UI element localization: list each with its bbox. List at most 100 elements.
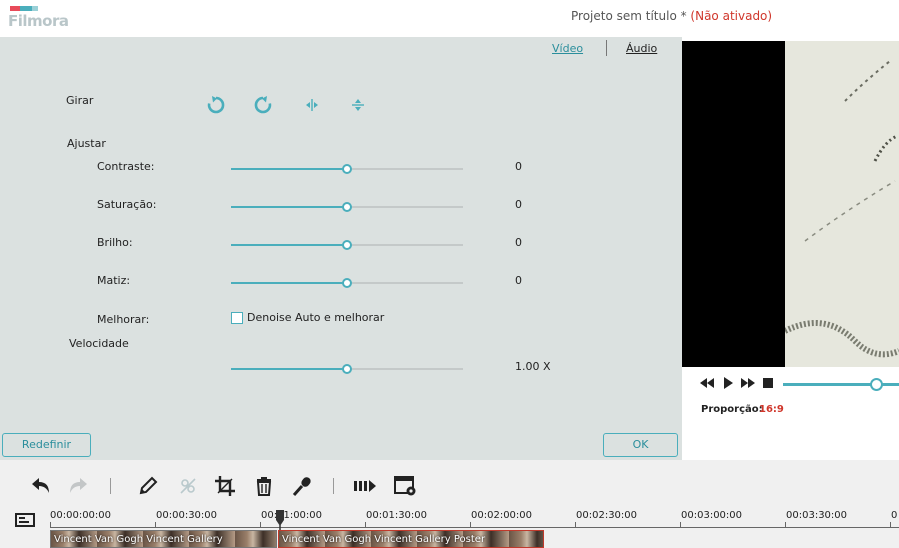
timeline-menu-button[interactable] [15, 513, 35, 527]
brightness-slider[interactable] [231, 239, 463, 251]
ruler-baseline [50, 527, 899, 528]
project-name: Projeto sem título * [571, 9, 687, 23]
render-settings-button[interactable] [394, 475, 416, 497]
toolbar-divider [333, 478, 334, 494]
timeline-clip[interactable]: Vincent Van Gogh Vincent Gallery [50, 530, 277, 548]
tick-label: 00:00:30:00 [156, 510, 218, 521]
activation-status: (Não ativado) [690, 9, 773, 23]
split-screen-button[interactable] [353, 475, 376, 497]
contrast-label: Contraste: [97, 160, 155, 173]
stop-button[interactable] [762, 376, 776, 390]
adjust-label: Ajustar [67, 137, 106, 150]
slider-fill [231, 206, 347, 208]
voiceover-button[interactable] [291, 475, 313, 497]
tick-label: 00:03:30:00 [786, 510, 848, 521]
playhead-marker-icon [276, 510, 284, 530]
reset-button[interactable]: Redefinir [2, 433, 91, 457]
logo-mark-icon [10, 6, 44, 11]
tick-label: 00:01:00:00 [261, 510, 323, 521]
video-edit-panel: Vídeo Áudio Girar Ajustar Contraste: 0 S… [0, 37, 682, 460]
slider-thumb[interactable] [342, 164, 352, 174]
video-preview[interactable] [682, 41, 899, 367]
rewind-icon [700, 378, 714, 388]
effects-button[interactable] [177, 475, 199, 497]
rotate-clockwise-button[interactable] [206, 95, 226, 115]
hue-slider[interactable] [231, 277, 463, 289]
speed-value: 1.00 X [515, 360, 551, 373]
saturation-value: 0 [515, 198, 522, 211]
undo-button[interactable] [30, 475, 52, 497]
tick-label: 00:02:30:00 [576, 510, 638, 521]
edit-pencil-icon [139, 476, 158, 495]
play-icon [724, 377, 733, 389]
logo-text: Filmora [8, 12, 69, 30]
timeline-clip-selected[interactable]: Vincent Van Gogh Vincent Gallery Poster [278, 530, 544, 548]
edit-toolbar [0, 460, 899, 506]
stop-icon [763, 378, 773, 388]
slider-fill [231, 168, 347, 170]
filmora-logo: Filmora [8, 6, 70, 32]
slider-thumb[interactable] [342, 240, 352, 250]
timeline: 00:00:00:00 00:00:30:00 00:01:00:00 00:0… [0, 506, 899, 548]
flip-horizontal-button[interactable] [302, 95, 322, 115]
flip-vertical-button[interactable] [348, 95, 368, 115]
brightness-label: Brilho: [97, 236, 133, 249]
delete-icon [256, 477, 272, 496]
slider-thumb[interactable] [342, 364, 352, 374]
delete-button[interactable] [253, 475, 275, 497]
video-frame-image [783, 41, 899, 367]
brightness-value: 0 [515, 236, 522, 249]
tick-label: 00:01:30:00 [366, 510, 428, 521]
project-title: Projeto sem título * (Não ativado) [571, 9, 772, 23]
contrast-value: 0 [515, 160, 522, 173]
playback-progress-slider[interactable] [783, 378, 899, 392]
tab-video[interactable]: Vídeo [552, 42, 583, 55]
clip-label: Vincent Van Gogh Vincent Gallery [54, 534, 223, 545]
fast-forward-icon [741, 378, 755, 388]
split-screen-icon [354, 480, 376, 492]
hue-label: Matiz: [97, 274, 131, 287]
contrast-slider[interactable] [231, 163, 463, 175]
rewind-button[interactable] [700, 376, 714, 390]
tick-label: 0 [891, 510, 898, 521]
render-settings-icon [394, 476, 416, 496]
aspect-ratio-label: Proporção: [701, 404, 763, 415]
slider-thumb[interactable] [342, 202, 352, 212]
slider-thumb[interactable] [342, 278, 352, 288]
effects-icon [180, 478, 196, 494]
tab-audio[interactable]: Áudio [626, 42, 657, 55]
denoise-checkbox[interactable] [231, 312, 243, 324]
slider-fill [231, 244, 347, 246]
crop-button[interactable] [214, 475, 236, 497]
saturation-slider[interactable] [231, 201, 463, 213]
rotate-label: Girar [66, 94, 94, 107]
tick-label: 00:00:00:00 [50, 510, 112, 521]
playback-thumb[interactable] [869, 378, 883, 391]
preview-panel: Proporção: 16:9 [682, 37, 899, 460]
speed-label: Velocidade [69, 337, 129, 350]
redo-button[interactable] [67, 475, 89, 497]
clip-label: Vincent Van Gogh Vincent Gallery Poster [282, 534, 486, 545]
time-ruler[interactable]: 00:00:00:00 00:00:30:00 00:01:00:00 00:0… [50, 506, 899, 528]
fast-forward-button[interactable] [741, 376, 755, 390]
tick-label: 00:03:00:00 [681, 510, 743, 521]
slider-fill [231, 368, 347, 370]
edit-button[interactable] [137, 475, 159, 497]
play-button[interactable] [722, 376, 736, 390]
flip-vertical-icon [352, 99, 364, 111]
rotate-counterclockwise-button[interactable] [253, 95, 273, 115]
tab-divider [606, 40, 607, 56]
denoise-option-label[interactable]: Denoise Auto e melhorar [247, 311, 384, 324]
tick-label: 00:02:00:00 [471, 510, 533, 521]
toolbar-divider [110, 478, 111, 494]
redo-icon [70, 478, 87, 493]
crop-icon [215, 476, 235, 496]
slider-fill [231, 282, 347, 284]
rotate-counterclockwise-icon [254, 96, 272, 114]
rotate-clockwise-icon [207, 96, 225, 114]
title-bar: Filmora Projeto sem título * (Não ativad… [0, 0, 899, 37]
playhead[interactable] [275, 510, 285, 530]
timeline-tracks-icon [15, 513, 35, 527]
speed-slider[interactable] [231, 363, 463, 375]
ok-button[interactable]: OK [603, 433, 678, 457]
